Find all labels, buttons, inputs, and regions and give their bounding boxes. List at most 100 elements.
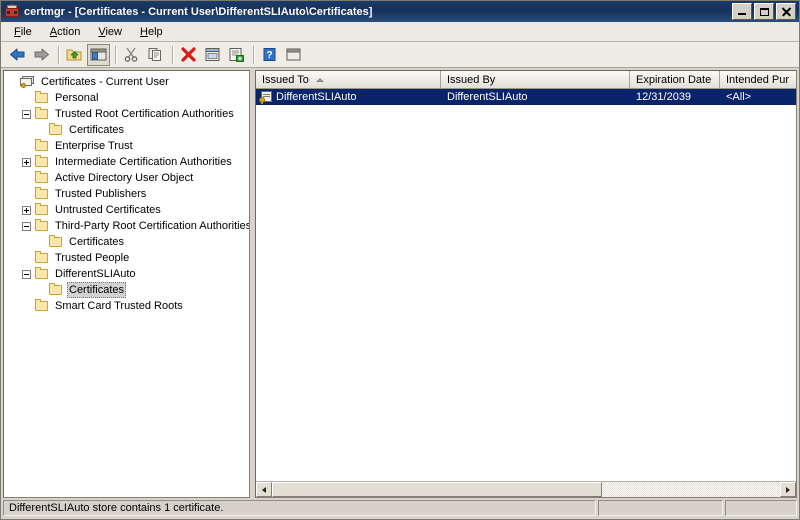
certmgr-window: certmgr - [Certificates - Current User\D…: [0, 0, 800, 520]
collapse-icon[interactable]: [22, 221, 31, 231]
close-button[interactable]: [776, 3, 796, 20]
tree-node-label: Certificates: [69, 124, 125, 136]
tree-node[interactable]: DifferentSLIAuto: [4, 266, 249, 282]
cell-issued-by: DifferentSLIAuto: [441, 91, 630, 103]
tree-node-label: Certificates - Current User: [41, 76, 169, 88]
sort-ascending-icon: [315, 77, 324, 82]
list-column-headers[interactable]: Issued To Issued By Expiration Date Intende…: [256, 71, 796, 89]
tree-node[interactable]: Trusted People: [4, 250, 249, 266]
status-bar: DifferentSLIAuto store contains 1 certif…: [1, 498, 799, 519]
certificate-list-body[interactable]: DifferentSLIAuto DifferentSLIAuto 12/31/20…: [256, 89, 796, 481]
collapse-icon[interactable]: [22, 269, 31, 279]
copy-icon[interactable]: [144, 44, 167, 66]
scrollbar-track[interactable]: [272, 482, 780, 497]
certificate-store-tree[interactable]: Certificates - Current User Personal Trust…: [4, 71, 249, 314]
tree-node[interactable]: Trusted Publishers: [4, 186, 249, 202]
delete-icon[interactable]: [177, 44, 200, 66]
scroll-left-button[interactable]: [256, 482, 272, 497]
cut-icon[interactable]: [120, 44, 143, 66]
tree-node[interactable]: Certificates: [4, 282, 249, 298]
tree-node-label: Trusted Root Certification Authorities: [55, 108, 234, 120]
tree-node[interactable]: Untrusted Certificates: [4, 202, 249, 218]
folder-icon: [34, 203, 50, 217]
toolbar-separator: [58, 45, 59, 64]
maximize-button[interactable]: [754, 3, 774, 20]
tree-node[interactable]: Active Directory User Object: [4, 170, 249, 186]
column-header[interactable]: Issued To: [256, 71, 441, 88]
column-header[interactable]: Expiration Date: [630, 71, 720, 88]
tree-node[interactable]: Certificates: [4, 234, 249, 250]
minimize-button[interactable]: [732, 3, 752, 20]
collapse-icon[interactable]: [22, 109, 31, 119]
tree-node[interactable]: Enterprise Trust: [4, 138, 249, 154]
folder-icon: [34, 171, 50, 185]
tree-node[interactable]: Personal: [4, 90, 249, 106]
column-header[interactable]: Issued By: [441, 71, 630, 88]
tree-node[interactable]: Intermediate Certification Authorities: [4, 154, 249, 170]
tree-node[interactable]: Third-Party Root Certification Authoriti…: [4, 218, 249, 234]
tree-node-label: Intermediate Certification Authorities: [55, 156, 232, 168]
expand-icon[interactable]: [22, 205, 31, 215]
back-icon[interactable]: [6, 44, 29, 66]
console-root-icon: [20, 75, 36, 89]
column-header-label: Expiration Date: [636, 73, 712, 86]
tree-node-label: DifferentSLIAuto: [55, 268, 136, 280]
scroll-right-button[interactable]: [780, 482, 796, 497]
tree-node-label: Personal: [55, 92, 99, 104]
menu-action[interactable]: Action: [41, 24, 90, 40]
toolbar-separator: [172, 45, 173, 64]
tree-node-label: Untrusted Certificates: [55, 204, 161, 216]
window-controls: [732, 3, 797, 20]
window-title: certmgr - [Certificates - Current User\D…: [24, 5, 373, 18]
menu-bar: File Action View Help: [1, 22, 799, 42]
toolbar-separator: [253, 45, 254, 64]
tree-node[interactable]: Certificates: [4, 122, 249, 138]
tree-node[interactable]: Smart Card Trusted Roots: [4, 298, 249, 314]
folder-icon: [48, 235, 64, 249]
help-icon[interactable]: ?: [258, 44, 281, 66]
certificate-list-pane[interactable]: Issued To Issued By Expiration Date Intende…: [255, 70, 797, 498]
menu-file[interactable]: File: [5, 24, 41, 40]
cell-text: DifferentSLIAuto: [276, 91, 357, 103]
horizontal-scrollbar[interactable]: [256, 481, 796, 497]
tree-node[interactable]: Trusted Root Certification Authorities: [4, 106, 249, 122]
tree-node[interactable]: Certificates - Current User: [4, 74, 249, 90]
column-header-label: Issued To: [262, 73, 309, 86]
column-header-label: Issued By: [447, 73, 496, 86]
status-panel-3: [725, 500, 797, 516]
expand-icon[interactable]: [22, 157, 31, 167]
tree-node-label: Active Directory User Object: [55, 172, 194, 184]
view-options-icon[interactable]: [282, 44, 305, 66]
up-one-level-icon[interactable]: [63, 44, 86, 66]
forward-icon[interactable]: [30, 44, 53, 66]
menu-help[interactable]: Help: [131, 24, 172, 40]
certmgr-icon: [4, 4, 20, 19]
cell-text: <All>: [726, 91, 752, 103]
export-icon[interactable]: [225, 44, 248, 66]
folder-icon: [34, 139, 50, 153]
table-row[interactable]: DifferentSLIAuto DifferentSLIAuto 12/31/20…: [256, 89, 796, 105]
column-header[interactable]: Intended Pur: [720, 71, 796, 88]
folder-icon: [48, 283, 64, 297]
tree-node-label: Certificates: [67, 282, 127, 298]
tree-node-label: Smart Card Trusted Roots: [55, 300, 183, 312]
tree-node-label: Trusted People: [55, 252, 130, 264]
toolbar: ?: [1, 42, 799, 68]
title-bar[interactable]: certmgr - [Certificates - Current User\D…: [1, 1, 799, 22]
console-tree-pane[interactable]: Certificates - Current User Personal Trust…: [3, 70, 250, 498]
folder-icon: [34, 107, 50, 121]
show-hide-console-tree-icon[interactable]: [87, 43, 110, 66]
folder-icon: [34, 187, 50, 201]
scrollbar-thumb[interactable]: [272, 482, 603, 497]
properties-icon[interactable]: [201, 44, 224, 66]
menu-view[interactable]: View: [89, 24, 131, 40]
